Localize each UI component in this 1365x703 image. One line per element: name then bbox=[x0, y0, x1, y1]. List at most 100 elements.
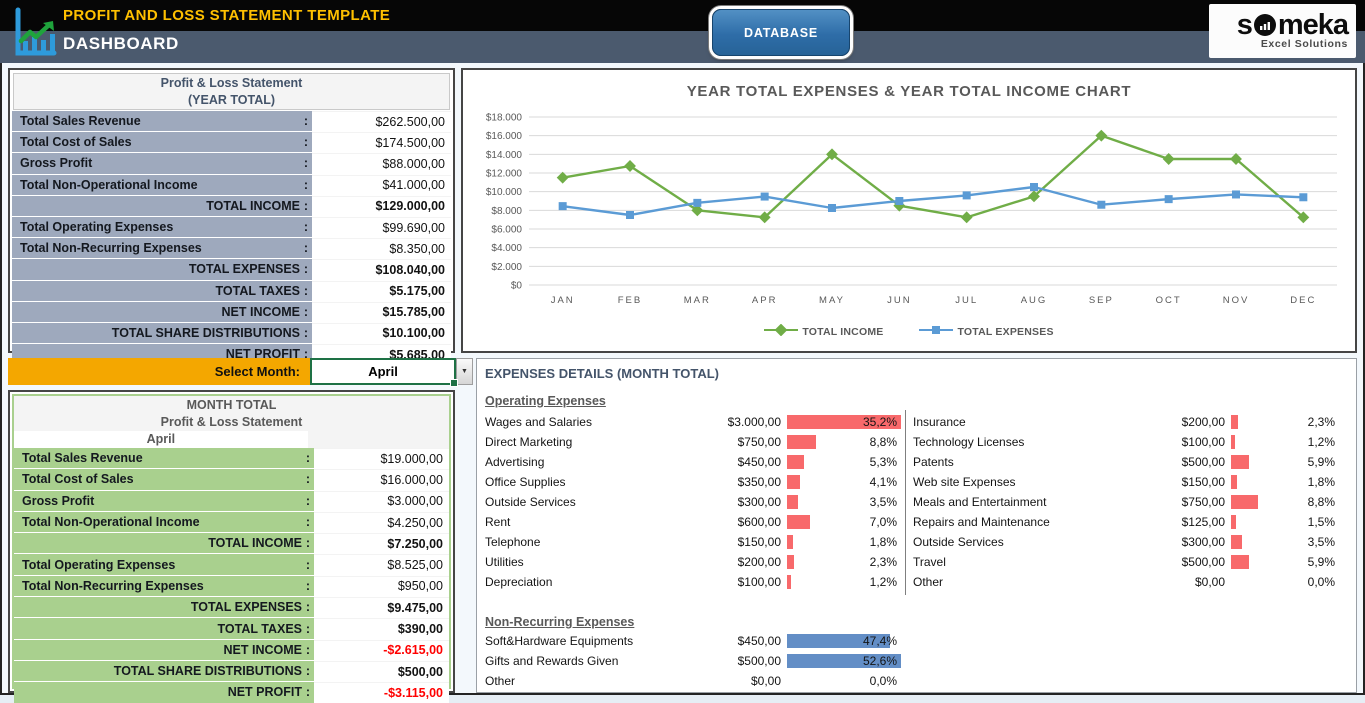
expense-bar-cell: 5,9% bbox=[1229, 454, 1337, 470]
expense-label: Meals and Entertainment bbox=[913, 495, 1153, 509]
brand-text: meka bbox=[1278, 11, 1348, 39]
expense-label: Other bbox=[485, 674, 697, 688]
expense-row: Wages and Salaries$3.000,0035,2% bbox=[485, 412, 899, 432]
row-label-cell: Total Operating Expenses: bbox=[14, 554, 314, 574]
database-button[interactable]: DATABASE bbox=[712, 9, 850, 56]
expense-bar bbox=[1231, 495, 1258, 509]
expense-label: Technology Licenses bbox=[913, 435, 1153, 449]
row-colon: : bbox=[300, 199, 312, 213]
row-value: $15.785,00 bbox=[312, 302, 451, 322]
row-value: $9.475,00 bbox=[314, 597, 449, 617]
row-label: TOTAL INCOME bbox=[22, 536, 302, 550]
expense-percent: 5,9% bbox=[1308, 454, 1335, 470]
row-colon: : bbox=[300, 178, 312, 192]
brand-text: s bbox=[1237, 11, 1252, 39]
row-value: $390,00 bbox=[314, 618, 449, 638]
row-value: $8.525,00 bbox=[314, 554, 449, 574]
table-row: Total Non-Operational Income:$4.250,00 bbox=[14, 511, 449, 532]
row-colon: : bbox=[300, 241, 312, 255]
row-label-cell: TOTAL INCOME: bbox=[14, 533, 314, 553]
table-row: Gross Profit:$3.000,00 bbox=[14, 490, 449, 511]
expense-percent: 52,6% bbox=[863, 653, 897, 669]
expense-bar-cell: 1,2% bbox=[1229, 434, 1337, 450]
expense-row: Travel$500,005,9% bbox=[913, 552, 1337, 572]
header: PROFIT AND LOSS STATEMENT TEMPLATE DASHB… bbox=[0, 0, 1365, 63]
row-label-cell: NET INCOME: bbox=[14, 640, 314, 660]
expense-value: $300,00 bbox=[1153, 535, 1229, 549]
row-label: NET PROFIT bbox=[22, 685, 302, 699]
expense-bar bbox=[787, 555, 794, 569]
svg-text:NOV: NOV bbox=[1223, 295, 1250, 306]
row-label: Total Non-Recurring Expenses bbox=[22, 579, 302, 593]
row-label-cell: TOTAL SHARE DISTRIBUTIONS: bbox=[12, 323, 312, 343]
expense-bar-cell: 0,0% bbox=[785, 673, 899, 689]
table-row: TOTAL TAXES:$390,00 bbox=[14, 617, 449, 638]
svg-text:$12.000: $12.000 bbox=[486, 169, 523, 180]
row-label: NET INCOME bbox=[22, 643, 302, 657]
line-chart: $0$2.000$4.000$6.000$8.000$10.000$12.000… bbox=[471, 109, 1351, 315]
row-label: Total Cost of Sales bbox=[20, 135, 300, 149]
header-bottom-bar bbox=[0, 31, 1365, 63]
expense-bar-cell: 3,5% bbox=[1229, 534, 1337, 550]
expense-value: $500,00 bbox=[1153, 555, 1229, 569]
svg-text:MAR: MAR bbox=[684, 295, 711, 306]
expense-row: Telephone$150,001,8% bbox=[485, 532, 899, 552]
expense-value: $300,00 bbox=[697, 495, 785, 509]
row-label-cell: TOTAL EXPENSES: bbox=[12, 259, 312, 279]
svg-text:SEP: SEP bbox=[1089, 295, 1114, 306]
expense-label: Rent bbox=[485, 515, 697, 529]
row-label: TOTAL SHARE DISTRIBUTIONS bbox=[20, 326, 300, 340]
expense-percent: 2,3% bbox=[870, 554, 897, 570]
svg-text:JUL: JUL bbox=[955, 295, 978, 306]
gridlines bbox=[529, 117, 1337, 285]
month-total-statement-panel: MONTH TOTAL Profit & Loss Statement Apri… bbox=[8, 390, 455, 693]
table-row: Total Operating Expenses:$8.525,00 bbox=[14, 553, 449, 574]
expenses-panel-title: EXPENSES DETAILS (MONTH TOTAL) bbox=[485, 366, 719, 381]
expense-bar bbox=[1231, 435, 1235, 449]
someka-logo: smeka Excel Solutions bbox=[1209, 4, 1356, 58]
expense-label: Other bbox=[913, 575, 1153, 589]
expense-value: $3.000,00 bbox=[697, 415, 785, 429]
svg-text:JAN: JAN bbox=[551, 295, 575, 306]
legend-marker-icon bbox=[764, 324, 798, 339]
expense-bar bbox=[1231, 455, 1249, 469]
table-row: TOTAL EXPENSES:$108.040,00 bbox=[12, 258, 451, 279]
row-colon: : bbox=[300, 220, 312, 234]
svg-text:$10.000: $10.000 bbox=[486, 187, 523, 198]
expense-value: $450,00 bbox=[697, 455, 785, 469]
table-row: TOTAL SHARE DISTRIBUTIONS:$10.100,00 bbox=[12, 322, 451, 343]
expense-percent: 0,0% bbox=[1308, 574, 1335, 590]
row-value: $262.500,00 bbox=[312, 111, 451, 131]
svg-text:DEC: DEC bbox=[1290, 295, 1316, 306]
expense-label: Insurance bbox=[913, 415, 1153, 429]
table-row: TOTAL INCOME:$7.250,00 bbox=[14, 532, 449, 553]
year-table-title-line2: (YEAR TOTAL) bbox=[14, 92, 449, 109]
expense-value: $125,00 bbox=[1153, 515, 1229, 529]
expense-bar-cell: 1,8% bbox=[785, 534, 899, 550]
legend-item: TOTAL EXPENSES bbox=[919, 324, 1053, 339]
expense-bar bbox=[787, 475, 800, 489]
expense-label: Office Supplies bbox=[485, 475, 697, 489]
row-colon: : bbox=[300, 114, 312, 128]
year-chart-panel: YEAR TOTAL EXPENSES & YEAR TOTAL INCOME … bbox=[461, 68, 1357, 353]
svg-text:MAY: MAY bbox=[819, 295, 845, 306]
svg-text:FEB: FEB bbox=[618, 295, 642, 306]
expense-bar-cell: 8,8% bbox=[1229, 494, 1337, 510]
y-axis-labels: $0$2.000$4.000$6.000$8.000$10.000$12.000… bbox=[486, 113, 523, 292]
expense-label: Outside Services bbox=[485, 495, 697, 509]
svg-text:JUN: JUN bbox=[887, 295, 911, 306]
row-value: $174.500,00 bbox=[312, 132, 451, 152]
expense-row: Depreciation$100,001,2% bbox=[485, 572, 899, 592]
row-colon: : bbox=[302, 558, 314, 572]
expense-label: Outside Services bbox=[913, 535, 1153, 549]
app-logo-chart-icon bbox=[9, 4, 59, 60]
row-label-cell: Gross Profit: bbox=[14, 491, 314, 511]
expense-percent: 7,0% bbox=[870, 514, 897, 530]
expense-percent: 1,5% bbox=[1308, 514, 1335, 530]
month-dropdown-arrow[interactable]: ▼ bbox=[456, 358, 473, 385]
expense-value: $750,00 bbox=[697, 435, 785, 449]
year-table-title: Profit & Loss Statement (YEAR TOTAL) bbox=[13, 73, 450, 110]
month-dropdown[interactable]: April bbox=[310, 358, 456, 385]
expense-bar bbox=[787, 455, 804, 469]
table-row: Total Cost of Sales:$16.000,00 bbox=[14, 468, 449, 489]
